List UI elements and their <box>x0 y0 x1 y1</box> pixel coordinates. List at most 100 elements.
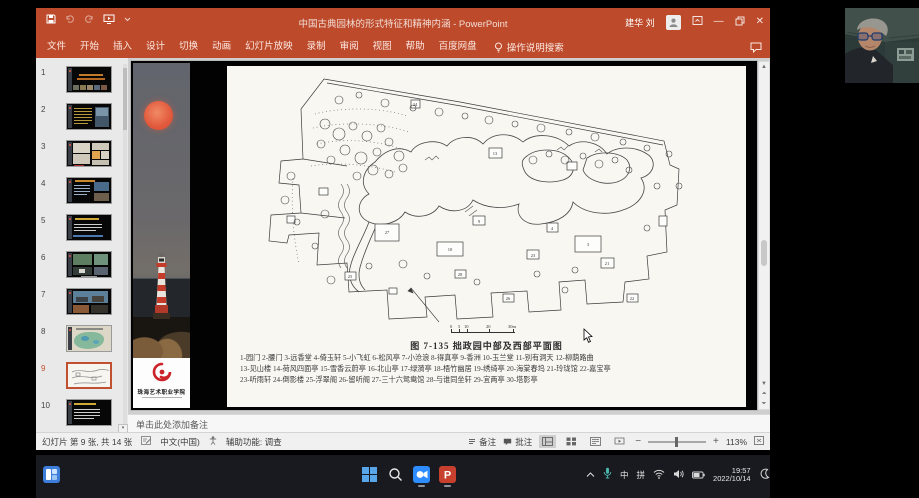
svg-text:23: 23 <box>531 253 536 258</box>
svg-text:27: 27 <box>385 230 390 235</box>
language-indicator[interactable]: 中文(中国) <box>160 436 200 448</box>
tray-chevron-icon[interactable] <box>586 466 595 484</box>
tab-insert[interactable]: 插入 <box>106 36 139 58</box>
workspace: 1 2 <box>36 58 770 432</box>
spell-check-icon[interactable] <box>141 436 151 447</box>
redo-icon[interactable] <box>84 14 94 24</box>
search-icon[interactable] <box>387 466 404 483</box>
customize-qat-icon[interactable] <box>124 15 131 23</box>
speaker-tray-icon[interactable] <box>673 466 684 484</box>
zoom-slider-thumb[interactable] <box>675 437 678 447</box>
tab-home[interactable]: 开始 <box>73 36 106 58</box>
tab-transitions[interactable]: 切换 <box>172 36 205 58</box>
undo-icon[interactable] <box>65 14 75 24</box>
tellme-search[interactable]: 操作说明搜索 <box>494 40 564 54</box>
zoom-slider[interactable] <box>648 441 706 443</box>
ime-mode-indicator[interactable]: 拼 <box>637 469 646 481</box>
focus-assist-moon-icon[interactable] <box>759 466 770 484</box>
normal-view-button[interactable] <box>539 435 556 448</box>
thumbnail-scroll-down-button[interactable]: ▾ <box>118 424 128 432</box>
ribbon-display-options-button[interactable] <box>692 15 703 29</box>
slide-4-thumbnail[interactable] <box>66 177 112 204</box>
taskbar-clock[interactable]: 19:57 2022/10/14 <box>713 467 751 484</box>
slide-7-thumbnail[interactable] <box>66 288 112 315</box>
microphone-tray-icon[interactable] <box>603 466 612 484</box>
tab-design[interactable]: 设计 <box>139 36 172 58</box>
close-button[interactable]: ✕ <box>756 17 764 27</box>
svg-text:21: 21 <box>605 261 610 266</box>
garden-plan-page: 3 4 9 10 13 21 22 23 24 25 <box>227 66 746 407</box>
powerpoint-taskbar-icon[interactable]: P <box>439 466 456 483</box>
zoom-level[interactable]: 113% <box>726 437 747 447</box>
slide-1-thumbnail[interactable] <box>66 66 112 93</box>
slide-9-thumbnail-selected[interactable] <box>66 362 112 389</box>
tencent-meeting-icon[interactable] <box>413 466 430 483</box>
ime-language-indicator[interactable]: 中 <box>620 469 629 481</box>
scroll-up-icon[interactable]: ▲ <box>759 63 769 71</box>
meeting-stage: 中国古典园林的形式特征和精神内涵 - PowerPoint 建华 刘 — ✕ 文… <box>0 0 919 498</box>
slide-2-thumbnail[interactable] <box>66 103 112 130</box>
save-icon[interactable] <box>46 14 56 24</box>
slide-7-number: 7 <box>41 290 45 299</box>
tab-baidu-netdisk[interactable]: 百度网盘 <box>432 36 484 58</box>
webcam-person <box>845 8 919 83</box>
account-name[interactable]: 建华 刘 <box>625 16 655 29</box>
slide-5-thumbnail[interactable] <box>66 214 112 241</box>
tab-help[interactable]: 帮助 <box>399 36 432 58</box>
slide-3-thumbnail[interactable] <box>66 140 112 167</box>
slide-indicator: 幻灯片 第 9 张, 共 14 张 <box>42 436 132 448</box>
wifi-tray-icon[interactable] <box>653 466 665 484</box>
scrollbar-thumb[interactable] <box>761 240 767 266</box>
notes-toggle-button[interactable]: 备注 <box>468 436 496 448</box>
reading-view-button[interactable] <box>587 435 604 448</box>
fit-slide-button[interactable] <box>754 436 764 447</box>
widgets-icon[interactable] <box>43 466 60 483</box>
start-button[interactable] <box>361 466 378 483</box>
comment-icon <box>503 438 512 446</box>
slide-6-number: 6 <box>41 253 45 262</box>
previous-slide-icon[interactable]: ⏶ <box>759 390 769 398</box>
plan-scale-bar: 0 5 10 20 30m <box>451 326 521 335</box>
minimize-button[interactable]: — <box>714 17 724 27</box>
window-title: 中国古典园林的形式特征和精神内涵 - PowerPoint <box>298 16 507 30</box>
slideshow-view-button[interactable] <box>611 435 628 448</box>
svg-text:10: 10 <box>448 247 453 252</box>
slide-canvas[interactable]: 珠海艺术职业学院 <box>131 61 757 410</box>
school-logo-icon <box>151 361 173 383</box>
comments-button[interactable] <box>750 40 762 58</box>
slide-3-number: 3 <box>41 142 45 151</box>
start-slideshow-icon[interactable] <box>103 14 115 24</box>
tab-review[interactable]: 审阅 <box>333 36 366 58</box>
sun-photo <box>144 101 173 130</box>
figure-caption: 图 7-135 拙政园中部及西部平面图 <box>227 339 746 352</box>
slide-6-thumbnail[interactable] <box>66 251 112 278</box>
school-logo-text: 珠海艺术职业学院 <box>133 388 190 396</box>
lightbulb-icon <box>494 42 503 53</box>
tab-file[interactable]: 文件 <box>40 36 73 58</box>
tab-record[interactable]: 录制 <box>300 36 333 58</box>
status-bar: 幻灯片 第 9 张, 共 14 张 中文(中国) 辅助功能: 调查 备注 批注 <box>36 432 770 450</box>
comments-toggle-button[interactable]: 批注 <box>503 436 532 448</box>
next-slide-icon[interactable]: ⏷ <box>759 400 769 408</box>
restore-button[interactable] <box>735 16 745 29</box>
tab-animations[interactable]: 动画 <box>205 36 238 58</box>
slide-8-thumbnail[interactable] <box>66 325 112 352</box>
account-avatar[interactable] <box>666 15 681 30</box>
slide-scrollbar[interactable]: ▲ ▼ ⏶ ⏷ <box>758 61 770 410</box>
slide-8-number: 8 <box>41 327 45 336</box>
slide-sorter-view-button[interactable] <box>563 435 580 448</box>
notes-pane[interactable]: 单击此处添加备注 <box>128 414 770 432</box>
accessibility-status[interactable]: 辅助功能: 调查 <box>226 436 282 448</box>
zoom-in-button[interactable]: + <box>713 436 719 447</box>
svg-text:25: 25 <box>348 274 353 279</box>
scroll-down-icon[interactable]: ▼ <box>759 380 769 388</box>
plan-legend: 1-园门 2-腰门 3-远香堂 4-倚玉轩 5-小飞虹 6-松风亭 7-小沧浪 … <box>240 353 740 386</box>
tab-view[interactable]: 视图 <box>366 36 399 58</box>
windows-taskbar: P 中 拼 19:57 2022/10/14 <box>36 455 770 498</box>
slide-1-number: 1 <box>41 68 45 77</box>
battery-tray-icon[interactable] <box>692 466 705 484</box>
tab-slideshow[interactable]: 幻灯片放映 <box>238 36 300 58</box>
zoom-out-button[interactable]: − <box>635 436 641 447</box>
thumbnail-scrollbar[interactable] <box>123 64 127 424</box>
slide-10-thumbnail[interactable] <box>66 399 112 426</box>
